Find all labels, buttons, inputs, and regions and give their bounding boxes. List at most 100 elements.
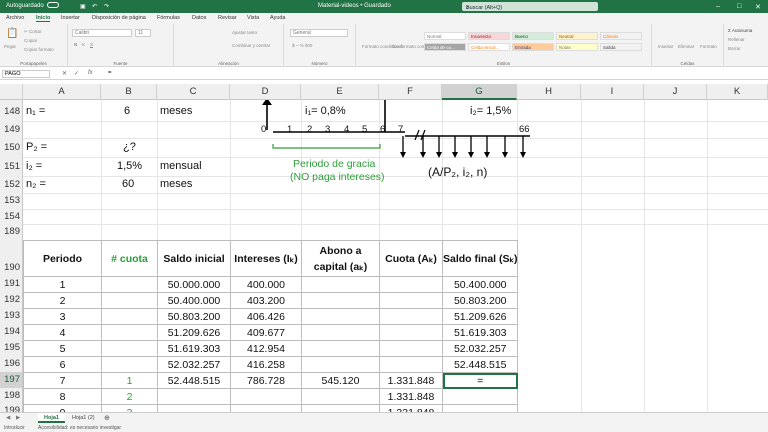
accessibility-status[interactable]: Accesibilidad: es necesario investigar: [38, 425, 121, 431]
tab-disposicion[interactable]: Disposición de página: [92, 15, 146, 21]
n1-value[interactable]: 6: [124, 105, 130, 117]
cell-periodo[interactable]: 6: [23, 356, 102, 373]
cell-saldo-final[interactable]: 50.803.200: [441, 292, 519, 309]
cell-cuota-num[interactable]: [101, 356, 158, 373]
select-all-corner[interactable]: [0, 84, 23, 100]
cell-intereses[interactable]: 409.677: [230, 324, 302, 341]
cell-cuota-num[interactable]: [101, 340, 158, 357]
cell-cuota[interactable]: [379, 356, 443, 373]
cell-saldo-final[interactable]: 51.209.626: [441, 308, 519, 325]
cell-saldo-inicial[interactable]: 50.000.000: [157, 276, 231, 293]
cell-intereses[interactable]: 400.000: [230, 276, 302, 293]
cell-periodo[interactable]: 2: [23, 292, 102, 309]
row-header-150[interactable]: 150: [0, 138, 23, 157]
row-header-193[interactable]: 193: [0, 308, 23, 324]
row-header-191[interactable]: 191: [0, 276, 23, 292]
tab-inicio[interactable]: Inicio: [36, 15, 51, 22]
sheet-tab-hoja1[interactable]: Hoja1: [38, 413, 65, 423]
cell-cuota[interactable]: [379, 340, 443, 357]
column-header-k[interactable]: K: [707, 84, 768, 100]
cell-abono[interactable]: [301, 388, 380, 405]
cell-saldo-inicial[interactable]: 52.032.257: [157, 356, 231, 373]
column-header-a[interactable]: A: [23, 84, 101, 100]
n2-value[interactable]: 60: [122, 178, 134, 190]
column-header-i[interactable]: I: [581, 84, 644, 100]
undo-icon[interactable]: ↶: [92, 3, 97, 10]
header-cuota[interactable]: Cuota (Aₖ): [379, 240, 443, 277]
style-neutral[interactable]: Neutral: [556, 32, 598, 40]
cell-saldo-final[interactable]: 50.400.000: [441, 276, 519, 293]
tab-vista[interactable]: Vista: [247, 15, 259, 21]
row-header-151[interactable]: 151: [0, 157, 23, 176]
row-header-197[interactable]: 197: [0, 372, 23, 388]
format-painter-button[interactable]: Copiar formato: [24, 47, 54, 52]
cell-cuota[interactable]: 1.331.848: [379, 372, 443, 389]
tab-datos[interactable]: Datos: [192, 15, 206, 21]
cell-abono[interactable]: [301, 276, 380, 293]
redo-icon[interactable]: ↷: [104, 3, 109, 10]
cell-periodo[interactable]: 1: [23, 276, 102, 293]
cell-saldo-final[interactable]: 52.448.515: [441, 356, 519, 373]
column-header-d[interactable]: D: [230, 84, 301, 100]
paste-button[interactable]: Pegar: [4, 44, 16, 49]
style-input[interactable]: Entrada: [512, 43, 554, 51]
cell-cuota[interactable]: [379, 308, 443, 325]
i2-value[interactable]: 1,5%: [117, 160, 142, 172]
cell-cuota[interactable]: 1.331.848: [379, 388, 443, 405]
row-header-153[interactable]: 153: [0, 193, 23, 209]
autosum-button[interactable]: Σ Autosuma: [728, 28, 752, 33]
font-size-select[interactable]: 11: [135, 29, 151, 37]
merge-center-button[interactable]: Combinar y centrar: [232, 43, 270, 48]
column-header-b[interactable]: B: [101, 84, 157, 100]
cell-abono[interactable]: [301, 340, 380, 357]
delete-cells-button[interactable]: Eliminar: [678, 44, 694, 49]
row-header-148[interactable]: 148: [0, 100, 23, 121]
tab-revisar[interactable]: Revisar: [218, 15, 237, 21]
formula-input[interactable]: =: [108, 70, 112, 76]
prev-sheet-icon[interactable]: ◀: [6, 415, 10, 421]
insert-function-icon[interactable]: fx: [88, 70, 93, 76]
cell-cuota[interactable]: [379, 292, 443, 309]
cut-button[interactable]: ✂ Cortar: [24, 29, 42, 35]
wrap-text-button[interactable]: Ajustar texto: [232, 30, 257, 35]
row-header-154[interactable]: 154: [0, 209, 23, 224]
row-header-196[interactable]: 196: [0, 356, 23, 372]
cell-abono[interactable]: 545.120: [301, 372, 380, 389]
style-notes[interactable]: Notas: [556, 43, 598, 51]
save-icon[interactable]: ▣: [80, 3, 86, 10]
style-normal[interactable]: Normal: [424, 32, 466, 40]
cell-abono[interactable]: [301, 308, 380, 325]
style-bad[interactable]: Incorrecto: [468, 32, 510, 40]
cell-intereses[interactable]: 406.426: [230, 308, 302, 325]
cell-saldo-final[interactable]: 51.619.303: [441, 324, 519, 341]
cell-saldo-final[interactable]: [441, 388, 519, 405]
header-periodo[interactable]: Periodo: [23, 240, 102, 277]
maximize-icon[interactable]: □: [737, 3, 741, 10]
row-header-189[interactable]: 189: [0, 224, 23, 240]
autosave-toggle[interactable]: [47, 2, 59, 8]
header-saldo-final[interactable]: Saldo final (Sₖ): [441, 240, 519, 277]
insert-cells-button[interactable]: Insertar: [658, 44, 673, 49]
cell-saldo-inicial[interactable]: 52.448.515: [157, 372, 231, 389]
tab-archivo[interactable]: Archivo: [6, 15, 24, 21]
column-header-g[interactable]: G: [442, 84, 517, 100]
row-header-195[interactable]: 195: [0, 340, 23, 356]
row-header-190[interactable]: 190: [0, 240, 23, 276]
style-calc[interactable]: Cálculo: [600, 32, 642, 40]
cell-periodo[interactable]: 3: [23, 308, 102, 325]
enter-formula-icon[interactable]: ✓: [74, 70, 79, 77]
name-box[interactable]: PAGO: [2, 70, 50, 78]
cancel-formula-icon[interactable]: ✕: [62, 70, 67, 77]
clear-button[interactable]: Borrar: [728, 46, 741, 51]
cell-saldo-inicial[interactable]: 50.400.000: [157, 292, 231, 309]
p2-value[interactable]: ¿?: [123, 141, 136, 153]
close-icon[interactable]: ✕: [755, 3, 761, 11]
cell-saldo-inicial[interactable]: [157, 388, 231, 405]
cell-intereses[interactable]: 412.954: [230, 340, 302, 357]
cell-periodo[interactable]: 8: [23, 388, 102, 405]
add-sheet-icon[interactable]: ⊕: [104, 414, 110, 422]
cell-periodo[interactable]: 4: [23, 324, 102, 341]
paste-icon[interactable]: 📋: [6, 28, 18, 39]
cell-cuota[interactable]: [379, 276, 443, 293]
cell-intereses[interactable]: 786.728: [230, 372, 302, 389]
